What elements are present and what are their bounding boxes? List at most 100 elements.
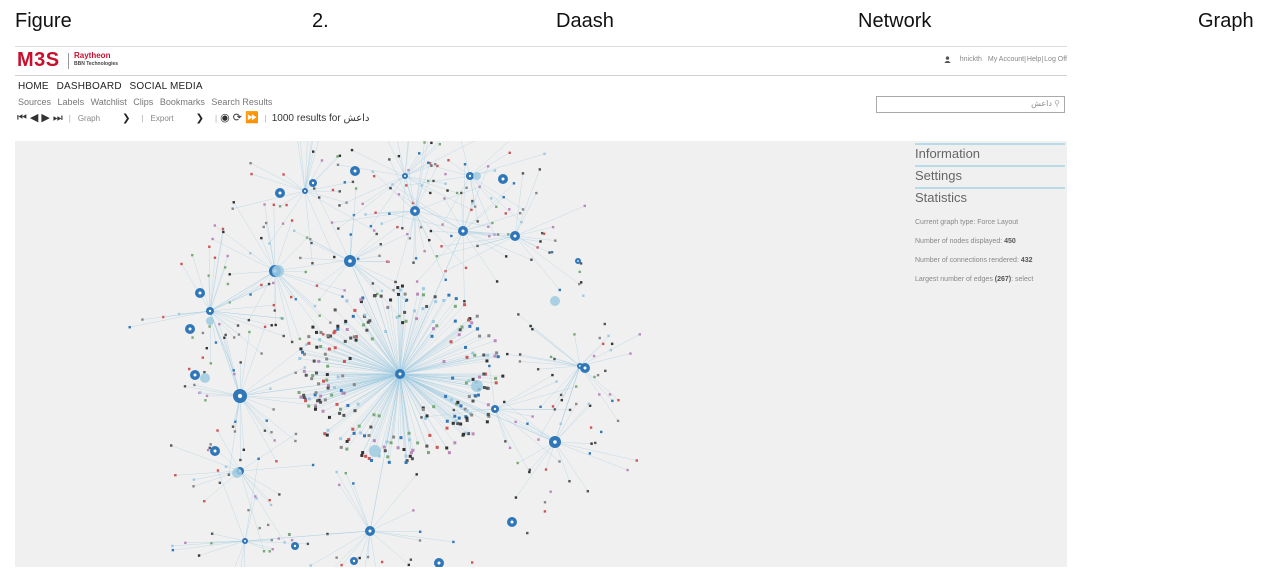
graph-node[interactable] xyxy=(327,347,331,351)
graph-node[interactable] xyxy=(558,288,561,292)
bubble-node[interactable] xyxy=(206,317,214,325)
graph-node[interactable] xyxy=(429,229,433,233)
graph-node[interactable] xyxy=(272,303,276,307)
graph-node[interactable] xyxy=(188,367,191,371)
prev-icon[interactable]: ◀ xyxy=(30,112,38,124)
graph-node[interactable] xyxy=(380,289,384,293)
graph-node[interactable] xyxy=(254,495,257,498)
graph-node-center[interactable] xyxy=(193,373,197,377)
graph-node[interactable] xyxy=(224,465,228,468)
graph-node[interactable] xyxy=(454,297,458,301)
graph-node[interactable] xyxy=(337,227,340,230)
graph-node[interactable] xyxy=(325,433,329,437)
graph-node[interactable] xyxy=(575,402,578,406)
graph-node[interactable] xyxy=(352,431,356,435)
graph-node[interactable] xyxy=(458,328,462,332)
graph-node[interactable] xyxy=(404,460,408,464)
graph-node[interactable] xyxy=(335,402,339,406)
graph-node[interactable] xyxy=(409,558,413,561)
graph-node[interactable] xyxy=(306,542,310,546)
graph-node[interactable] xyxy=(508,151,511,155)
graph-node[interactable] xyxy=(302,393,306,397)
graph-node[interactable] xyxy=(221,227,225,231)
graph-node[interactable] xyxy=(408,237,412,240)
hub-node-center[interactable] xyxy=(461,229,465,233)
graph-node[interactable] xyxy=(416,292,420,296)
graph-node[interactable] xyxy=(464,266,468,270)
graph-node[interactable] xyxy=(264,221,268,225)
graph-node[interactable] xyxy=(404,454,408,458)
graph-node[interactable] xyxy=(216,429,219,432)
graph-node[interactable] xyxy=(333,308,337,312)
graph-node[interactable] xyxy=(537,438,540,441)
graph-node[interactable] xyxy=(128,326,131,329)
graph-node[interactable] xyxy=(273,439,276,442)
first-page-icon[interactable]: ⏮ xyxy=(17,112,27,124)
graph-node[interactable] xyxy=(223,266,227,269)
graph-node[interactable] xyxy=(404,319,408,323)
graph-node[interactable] xyxy=(372,413,376,417)
graph-node[interactable] xyxy=(421,287,425,291)
graph-node[interactable] xyxy=(476,327,480,331)
graph-node[interactable] xyxy=(272,281,275,285)
graph-node[interactable] xyxy=(531,415,534,418)
graph-node[interactable] xyxy=(536,368,540,371)
graph-node[interactable] xyxy=(471,377,475,381)
graph-node[interactable] xyxy=(403,292,407,296)
graph-node[interactable] xyxy=(496,233,500,236)
graph-node[interactable] xyxy=(250,172,253,176)
graph-node[interactable] xyxy=(336,324,340,328)
graph-node[interactable] xyxy=(398,288,402,292)
graph-node[interactable] xyxy=(444,182,447,185)
graph-node[interactable] xyxy=(321,409,325,413)
graph-node[interactable] xyxy=(465,416,469,420)
graph-node[interactable] xyxy=(521,172,525,175)
graph-node[interactable] xyxy=(345,447,349,451)
graph-node[interactable] xyxy=(518,212,522,215)
graph-node[interactable] xyxy=(210,532,214,535)
graph-node[interactable] xyxy=(307,335,311,339)
graph-node[interactable] xyxy=(338,154,342,157)
graph-node[interactable] xyxy=(326,386,330,390)
graph-node[interactable] xyxy=(336,375,340,379)
graph-node[interactable] xyxy=(578,270,581,274)
graph-node[interactable] xyxy=(379,243,382,246)
graph-node[interactable] xyxy=(356,402,360,406)
graph-node[interactable] xyxy=(268,550,271,553)
graph-node[interactable] xyxy=(272,203,276,207)
graph-node[interactable] xyxy=(226,254,229,258)
graph-node[interactable] xyxy=(442,298,446,302)
graph-node[interactable] xyxy=(248,330,251,334)
graph-node[interactable] xyxy=(526,422,529,425)
graph-node[interactable] xyxy=(320,159,324,162)
graph-node[interactable] xyxy=(421,307,425,311)
graph-node[interactable] xyxy=(609,348,613,352)
fast-forward-icon[interactable]: ⏩ xyxy=(245,112,259,124)
graph-node[interactable] xyxy=(449,398,453,402)
graph-node[interactable] xyxy=(514,496,518,499)
graph-node[interactable] xyxy=(281,317,284,320)
graph-node[interactable] xyxy=(470,202,474,205)
graph-node[interactable] xyxy=(544,468,548,471)
graph-node[interactable] xyxy=(397,154,401,158)
graph-node[interactable] xyxy=(452,408,456,412)
graph-node[interactable] xyxy=(357,424,361,428)
graph-node[interactable] xyxy=(590,442,593,445)
graph-node[interactable] xyxy=(269,503,273,507)
graph-node[interactable] xyxy=(629,352,632,355)
graph-node[interactable] xyxy=(412,309,416,313)
graph-node[interactable] xyxy=(323,398,327,402)
graph-node[interactable] xyxy=(486,412,490,416)
graph-node[interactable] xyxy=(386,455,390,459)
nav-item-dashboard[interactable]: DASHBOARD xyxy=(57,81,122,92)
graph-node[interactable] xyxy=(426,451,430,455)
graph-node[interactable] xyxy=(470,321,474,325)
graph-node[interactable] xyxy=(343,289,346,292)
graph-node[interactable] xyxy=(418,539,422,542)
graph-node[interactable] xyxy=(467,394,471,398)
graph-node[interactable] xyxy=(378,254,381,258)
graph-node[interactable] xyxy=(494,376,498,380)
graph-node[interactable] xyxy=(471,432,475,436)
graph-node[interactable] xyxy=(428,433,432,437)
graph-node[interactable] xyxy=(319,394,323,398)
